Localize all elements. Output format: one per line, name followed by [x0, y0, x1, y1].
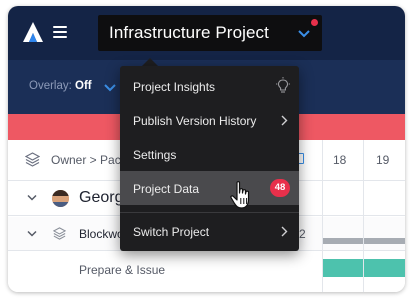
summary-bar[interactable] — [323, 238, 405, 244]
menu-item-project-insights[interactable]: Project Insights — [120, 69, 299, 103]
menu-item-label: Switch Project — [133, 225, 210, 239]
top-navigation-bar: Infrastructure Project — [8, 6, 405, 60]
group-name: Blockwo — [79, 227, 124, 241]
chevron-down-icon[interactable] — [104, 83, 116, 93]
divider — [363, 140, 364, 292]
person-name: Georg — [79, 189, 124, 206]
menu-item-switch-project[interactable]: Switch Project — [120, 214, 299, 248]
chevron-down-icon[interactable] — [27, 194, 37, 202]
group-by-label[interactable]: Owner > Pac — [51, 153, 121, 167]
menu-item-label: Publish Version History — [133, 114, 257, 128]
menu-item-publish-version-history[interactable]: Publish Version History — [120, 103, 299, 137]
day-header: 19 — [376, 153, 390, 167]
overlay-value: Off — [75, 80, 92, 92]
day-header: 18 — [333, 153, 347, 167]
project-title: Infrastructure Project — [109, 23, 269, 42]
count-badge: 48 — [270, 179, 290, 197]
app-logo[interactable] — [22, 21, 44, 43]
layers-icon — [53, 227, 66, 240]
menu-item-label: Project Insights — [133, 80, 216, 94]
chevron-right-icon — [281, 226, 288, 237]
task-bar[interactable] — [323, 259, 405, 277]
project-switcher-button[interactable]: Infrastructure Project — [98, 15, 322, 51]
divider — [322, 140, 323, 292]
notification-dot — [311, 19, 318, 26]
chevron-right-icon — [281, 115, 288, 126]
menu-item-project-data[interactable]: Project Data 48 — [120, 171, 299, 205]
project-menu-dropdown: Project Insights Publish Version History… — [120, 66, 299, 251]
overlay-toggle[interactable]: Overlay: Off — [29, 80, 92, 92]
avatar — [52, 190, 69, 207]
hamburger-menu-icon[interactable] — [53, 26, 69, 40]
menu-item-label: Settings — [133, 148, 177, 162]
task-name: Prepare & Issue — [79, 263, 166, 277]
item-count: 2 — [299, 227, 306, 241]
hand-pointer-icon — [230, 181, 250, 209]
chevron-down-icon — [298, 30, 310, 38]
menu-item-settings[interactable]: Settings — [120, 137, 299, 171]
menu-item-label: Project Data — [133, 182, 200, 196]
overlay-label: Overlay: — [29, 80, 72, 92]
lightbulb-icon — [276, 77, 290, 93]
chevron-down-icon[interactable] — [27, 230, 37, 238]
menu-divider — [120, 212, 299, 213]
layers-icon[interactable] — [25, 152, 40, 167]
table-row[interactable]: Prepare & Issue — [8, 252, 405, 286]
